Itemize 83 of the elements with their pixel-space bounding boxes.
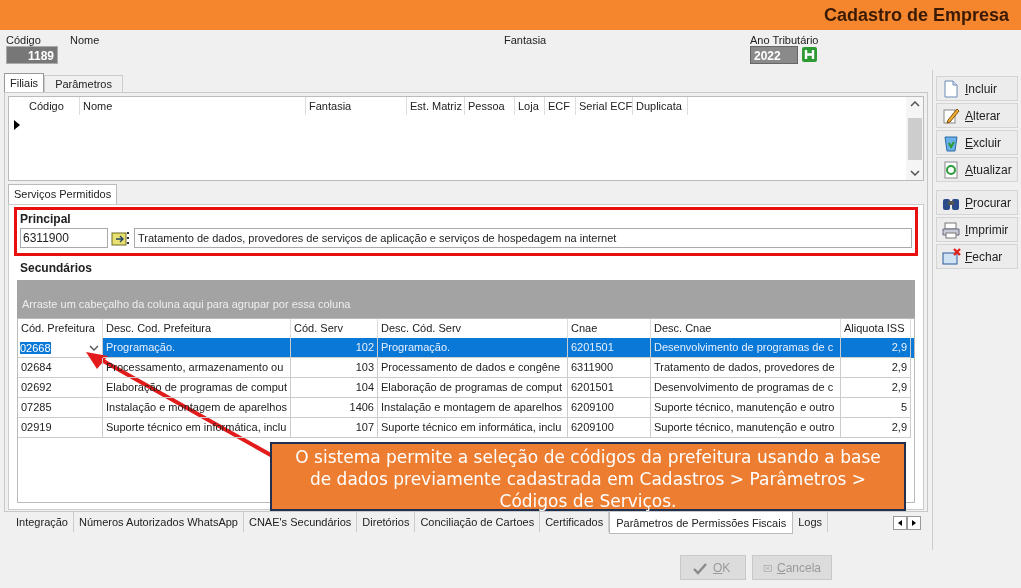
table-cell: Processamento de dados e congêne: [378, 358, 568, 378]
toolbar-button[interactable]: Procurar: [936, 190, 1018, 215]
toolbar-button[interactable]: Incluir: [936, 76, 1018, 101]
table-cell: 2,9: [841, 358, 911, 378]
table-cell: Suporte técnico, manutenção e outro: [651, 418, 841, 438]
section-heading: Secundários: [20, 260, 94, 276]
table-cell: 6201501: [568, 378, 651, 398]
tab[interactable]: Filiais: [4, 73, 45, 92]
table-cell: Instalação e montagem de aparelhos: [378, 398, 568, 418]
table-cell: 6209100: [568, 418, 651, 438]
toolbar-button[interactable]: Atualizar: [936, 157, 1018, 182]
toolbar-button[interactable]: Excluir: [936, 130, 1018, 155]
scroll-left-button[interactable]: [893, 516, 907, 530]
table-cell: 102: [291, 338, 378, 358]
printer-icon: [941, 219, 961, 240]
table-cell: 2,9: [841, 338, 911, 358]
table-cell: 02919: [18, 418, 103, 438]
table-cell: Desenvolvimento de programas de c: [651, 378, 841, 398]
table-cell: Desenvolvimento de programas de c: [651, 338, 841, 358]
scroll-right-button[interactable]: [907, 516, 921, 530]
field-label: Fantasia: [504, 34, 547, 46]
column-header[interactable]: Loja: [515, 97, 545, 115]
table-cell: 02692: [18, 378, 103, 398]
scroll-thumb[interactable]: [907, 117, 922, 160]
table-cell: 103: [291, 358, 378, 378]
column-header[interactable]: Duplicata: [633, 97, 688, 115]
close-window-icon: [941, 246, 961, 267]
chevron-up-icon[interactable]: [909, 101, 920, 107]
table-cell: Tratamento de dados, provedores de: [651, 358, 841, 378]
table-cell: Programação.: [103, 338, 291, 358]
table-cell: Suporte técnico, manutenção e outro: [651, 398, 841, 418]
toolbar-button[interactable]: Alterar: [936, 103, 1018, 128]
code-field[interactable]: 6311900: [20, 228, 108, 248]
table-cell: 6209100: [568, 398, 651, 418]
callout-box: O sistema permite a seleção de códigos da prefeitura usando a base de dados previamente cadastrada em Cadastros > Parâmetros > Códigos de Serviços.: [270, 442, 906, 511]
scrollbar[interactable]: [906, 97, 923, 180]
row-indicator-icon: [14, 120, 20, 130]
column-header[interactable]: Fantasia: [306, 97, 407, 115]
tab[interactable]: Serviços Permitidos: [8, 184, 118, 204]
table-cell: 104: [291, 378, 378, 398]
table-cell: 6201501: [568, 338, 651, 358]
table-cell: 2,9: [841, 418, 911, 438]
right-arrow-icon: [912, 520, 916, 526]
document-icon: [941, 78, 961, 99]
field-label: Nome: [70, 34, 100, 46]
table-cell: Suporte técnico em informática, inclu: [378, 418, 568, 438]
tab[interactable]: Diretórios: [357, 512, 416, 532]
toolbar-button[interactable]: Fechar: [936, 244, 1018, 269]
column-header[interactable]: Código: [26, 97, 80, 115]
table-cell: 6311900: [568, 358, 651, 378]
table-cell: 107: [291, 418, 378, 438]
column-header[interactable]: Pessoa: [465, 97, 515, 115]
tab[interactable]: Logs: [793, 512, 829, 532]
table-cell: 07285: [18, 398, 103, 418]
chevron-down-icon[interactable]: [909, 170, 920, 176]
table-cell: 2,9: [841, 378, 911, 398]
field-label: Ano Tributário: [750, 33, 819, 46]
tab[interactable]: Parâmetros: [44, 75, 123, 92]
tab[interactable]: Integração: [11, 512, 74, 532]
tab[interactable]: Números Autorizados WhatsApp: [74, 512, 244, 532]
left-arrow-icon: [898, 520, 902, 526]
section-heading: Principal: [20, 211, 72, 228]
lookup-icon[interactable]: [111, 229, 131, 247]
tab[interactable]: CNAE's Secundários: [243, 512, 358, 532]
table-cell: 5: [841, 398, 911, 418]
dropdown-caret-icon[interactable]: [88, 343, 100, 352]
description-field[interactable]: Tratamento de dados, provedores de serviços de aplicação e serviços de hospedagem na internet: [134, 228, 912, 248]
window-title: Cadastro de Empresa: [823, 3, 1009, 27]
group-hint: Arraste um cabeçalho da coluna aqui para agrupar por essa coluna: [22, 296, 351, 312]
toolbar-button[interactable]: Imprimir: [936, 217, 1018, 242]
refresh-icon: [941, 159, 961, 180]
column-header[interactable]: ECF: [545, 97, 576, 115]
column-header[interactable]: Serial ECF: [576, 97, 633, 115]
tab[interactable]: Conciliação de Cartoes: [415, 512, 541, 532]
table-cell: Programação.: [378, 338, 568, 358]
selected-row[interactable]: 02668 Programação. 102 Programação. 6201501 Desenvolvimento de programas de c 2,9: [18, 338, 914, 358]
code-field[interactable]: 1189: [6, 46, 58, 64]
table-cell: 1406: [291, 398, 378, 418]
field-label: Código: [6, 33, 42, 46]
column-header[interactable]: Est. Matriz: [407, 97, 465, 115]
column-header[interactable]: Nome: [80, 97, 306, 115]
tab[interactable]: Parâmetros de Permissões Fiscais: [609, 512, 794, 534]
table-cell: Elaboração de programas de comput: [378, 378, 568, 398]
